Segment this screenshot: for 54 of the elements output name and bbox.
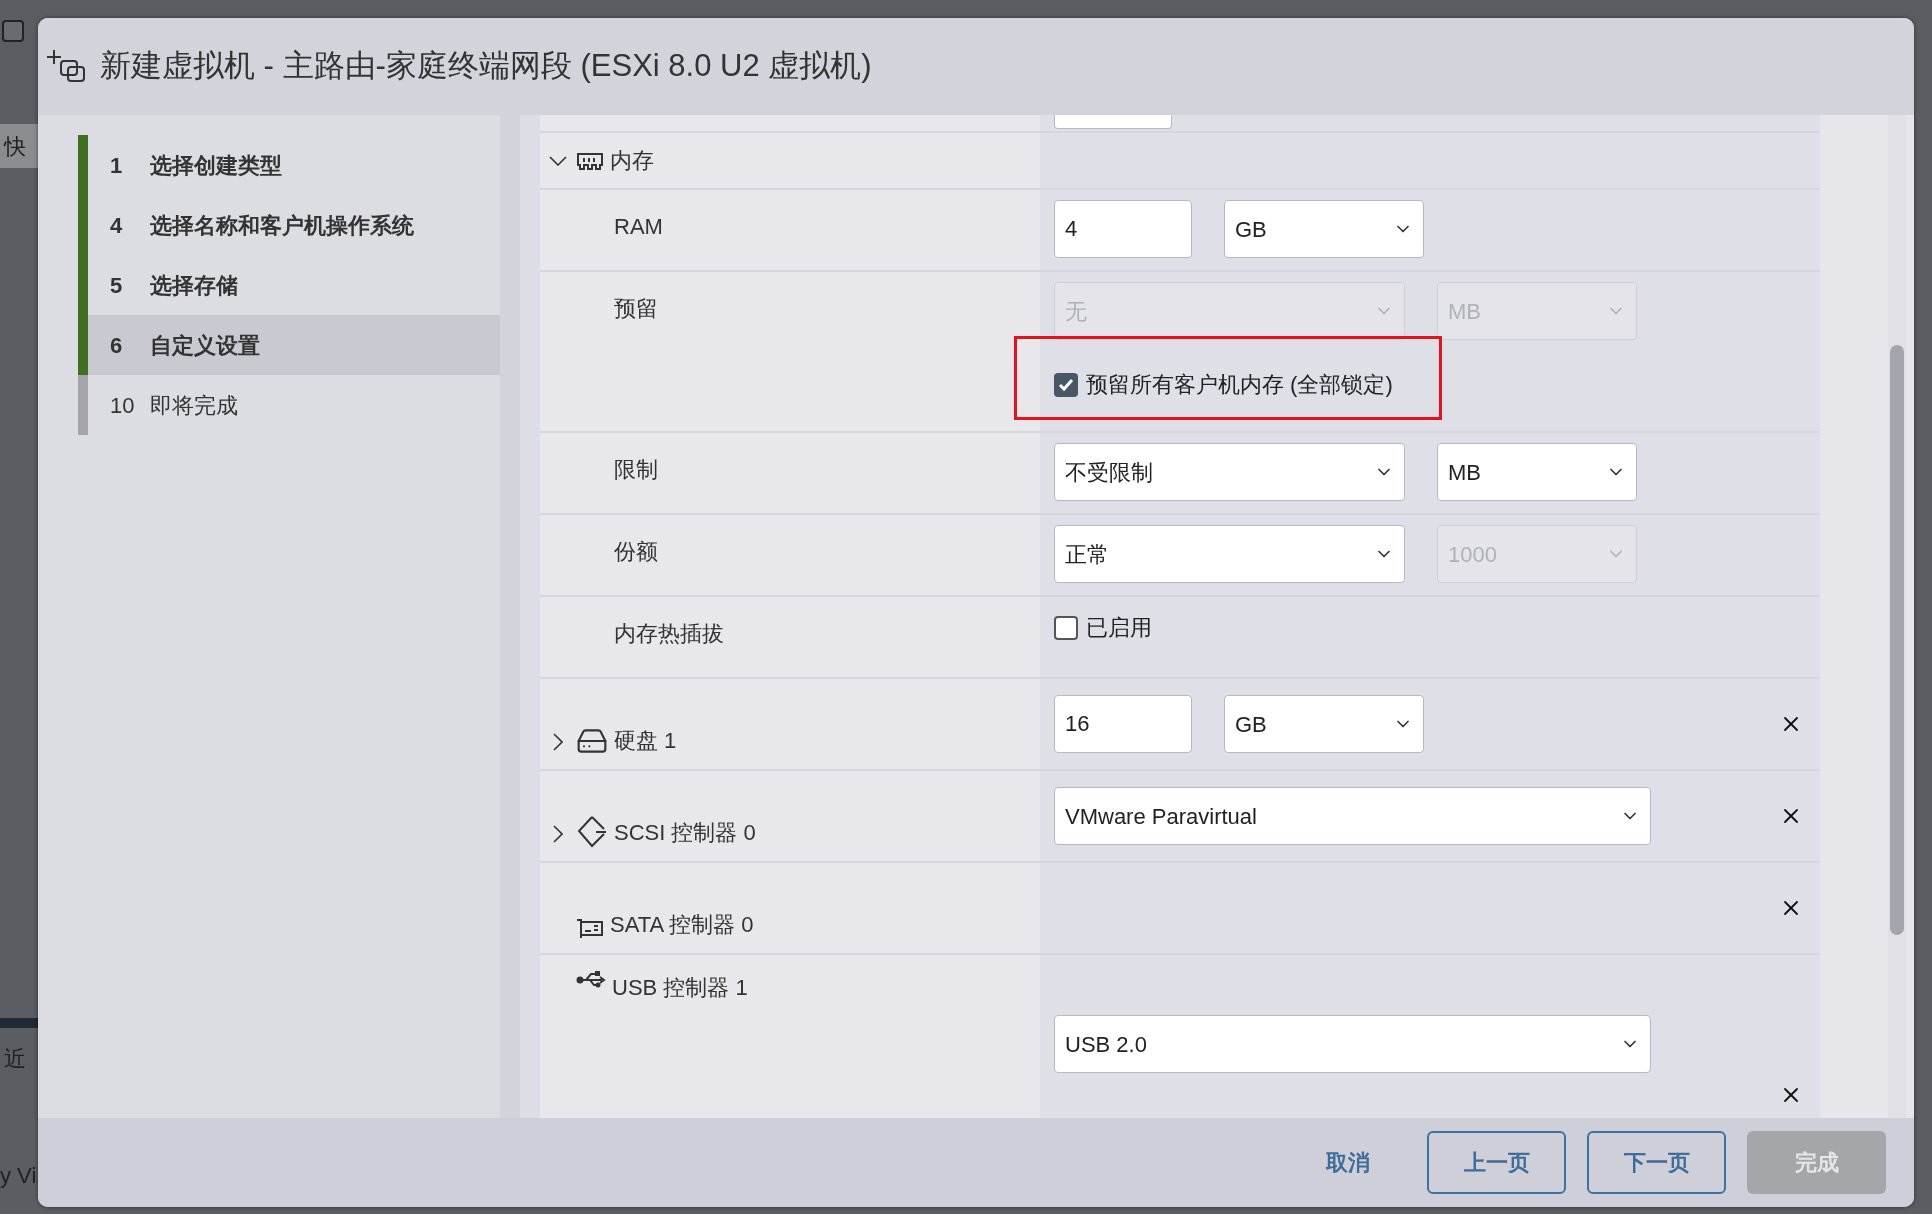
memory-module-icon [576, 150, 604, 171]
number-input-field[interactable]: 4 [1054, 200, 1192, 258]
step-label: 选择创建类型 [150, 151, 282, 180]
step-number: 5 [109, 271, 124, 300]
step-number: 10 [109, 391, 136, 420]
checkbox-label: 预留所有客户机内存 (全部锁定) [1086, 371, 1393, 399]
diamond-connector-icon [576, 815, 608, 849]
step-number: 6 [109, 331, 124, 360]
step-label: 即将完成 [150, 391, 238, 420]
scrollbar-thumb[interactable] [1890, 345, 1904, 935]
checkbox[interactable] [1054, 372, 1078, 397]
background-text: y Vi [0, 1162, 38, 1190]
expansion-card-icon [576, 917, 604, 941]
step-number: 4 [109, 211, 124, 240]
usb-icon [576, 971, 606, 989]
device-label: SCSI 控制器 0 [614, 819, 756, 847]
checkbox[interactable] [1054, 615, 1078, 640]
background-text: 近 [3, 1045, 27, 1073]
setting-label: 限制 [614, 457, 658, 482]
setting-label: 份额 [614, 539, 658, 564]
setting-label: 内存热插拔 [614, 621, 724, 646]
footer-button[interactable]: 上一页 [1427, 1131, 1566, 1194]
step-number: 1 [109, 151, 124, 180]
input-field[interactable] [1054, 115, 1172, 129]
footer-button[interactable]: 下一页 [1587, 1131, 1726, 1194]
dropdown-select[interactable]: GB [1224, 695, 1424, 753]
dropdown-select[interactable]: VMware Paravirtual [1054, 787, 1651, 845]
section-title: 内存 [610, 147, 654, 175]
step-label: 选择名称和客户机操作系统 [150, 211, 414, 240]
chevron-right-icon [553, 733, 563, 751]
step-label: 选择存储 [150, 271, 238, 300]
background-bar [0, 1018, 40, 1028]
wizard-step[interactable]: 6 自定义设置 [78, 315, 500, 375]
background-button[interactable]: 快 [0, 124, 40, 168]
setting-label: 预留 [614, 296, 658, 321]
dropdown-select[interactable]: MB [1437, 443, 1637, 501]
dropdown-select[interactable]: 正常 [1054, 525, 1405, 583]
chevron-down-icon [549, 155, 567, 166]
checkmark-icon [1058, 377, 1074, 392]
dropdown-select[interactable]: 不受限制 [1054, 443, 1405, 501]
device-label: USB 控制器 1 [612, 974, 748, 1002]
cancel-link[interactable]: 取消 [1326, 1146, 1370, 1179]
dropdown-select[interactable]: USB 2.0 [1054, 1015, 1651, 1073]
add-copy-icon [46, 48, 88, 85]
setting-label: RAM [614, 214, 663, 239]
checkbox-label: 已启用 [1086, 614, 1152, 642]
device-label: 硬盘 1 [614, 727, 677, 755]
dropdown-select[interactable]: GB [1224, 200, 1424, 258]
step-label: 自定义设置 [150, 331, 260, 360]
background-checkbox[interactable] [2, 20, 24, 42]
number-input-field[interactable]: 16 [1054, 695, 1192, 753]
device-label: SATA 控制器 0 [610, 911, 754, 939]
chevron-right-icon [553, 825, 563, 843]
window-title: 新建虚拟机 - 主路由-家庭终端网段 (ESXi 8.0 U2 虚拟机) [100, 47, 872, 86]
